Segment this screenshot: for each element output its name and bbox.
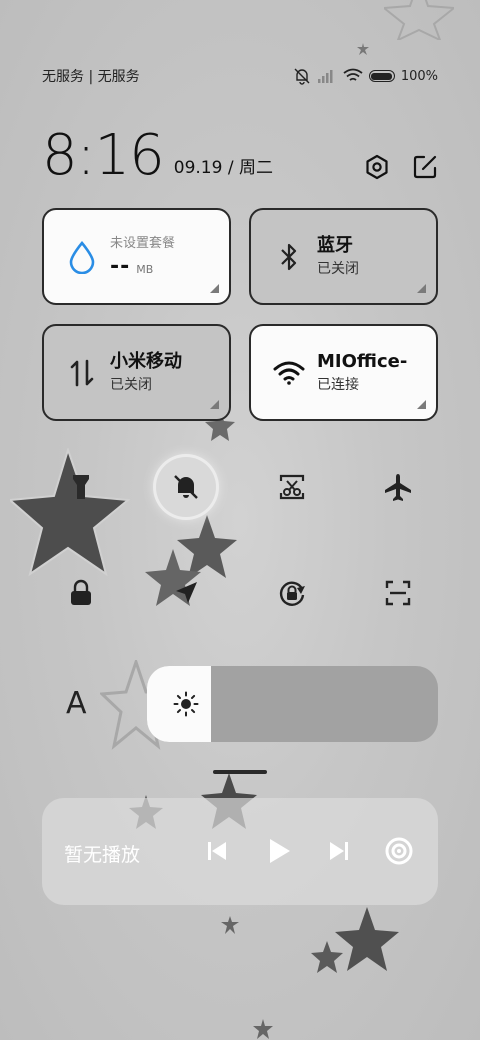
location-toggle[interactable] — [156, 563, 216, 623]
mobile-network-status: 已关闭 — [110, 376, 152, 393]
sun-icon — [173, 691, 199, 717]
play-icon[interactable] — [266, 834, 292, 868]
scanner-toggle[interactable] — [368, 563, 428, 623]
expand-corner-icon — [210, 284, 219, 293]
mobile-network-title: 小米移动 — [110, 350, 182, 372]
drag-handle[interactable] — [213, 770, 267, 774]
screenshot-toggle[interactable] — [262, 457, 322, 517]
wifi-tile[interactable]: MIOffice- 已连接 — [249, 324, 438, 421]
expand-corner-icon — [417, 284, 426, 293]
bluetooth-status: 已关闭 — [317, 260, 359, 277]
bluetooth-title: 蓝牙 — [317, 234, 353, 256]
carrier-label: 无服务 | 无服务 — [42, 69, 140, 85]
next-icon[interactable] — [328, 834, 350, 868]
background-star-decoration — [357, 43, 369, 55]
wifi-icon — [273, 357, 305, 389]
location-icon — [176, 582, 197, 603]
mobile-data-usage-tile[interactable]: 未设置套餐 -- MB — [42, 208, 231, 305]
background-star-decoration — [384, 0, 454, 40]
water-drop-icon — [66, 240, 98, 274]
airplane-icon — [385, 474, 411, 501]
lock-screen-toggle[interactable] — [51, 563, 111, 623]
brightness-slider[interactable] — [147, 666, 438, 742]
lock-icon — [71, 579, 91, 605]
wifi-icon — [343, 68, 363, 81]
mobile-network-tile[interactable]: 小米移动 已关闭 — [42, 324, 231, 421]
mobile-data-icon — [66, 357, 98, 389]
expand-corner-icon — [417, 400, 426, 409]
edit-icon[interactable] — [412, 154, 438, 180]
settings-icon[interactable] — [364, 154, 390, 180]
flashlight-icon — [73, 475, 89, 499]
bluetooth-icon — [273, 241, 305, 273]
bluetooth-tile[interactable]: 蓝牙 已关闭 — [249, 208, 438, 305]
background-star-decoration — [221, 916, 239, 934]
mute-icon — [294, 68, 310, 85]
date: 09.19 / 周二 — [173, 158, 273, 178]
mute-bell-icon — [174, 475, 198, 499]
wifi-network-name: MIOffice- — [317, 350, 408, 372]
background-star-decoration — [253, 1019, 273, 1039]
data-usage-value: -- — [110, 254, 131, 279]
wifi-status: 已连接 — [317, 376, 359, 393]
flashlight-toggle[interactable] — [51, 457, 111, 517]
rotation-lock-icon — [279, 581, 305, 606]
status-icons: 100% — [293, 67, 438, 85]
scan-icon — [385, 580, 411, 606]
signal-icon — [317, 70, 333, 83]
battery-icon — [368, 70, 395, 82]
status-bar: 无服务 | 无服务 100% — [42, 64, 438, 88]
auto-brightness-button[interactable]: A — [66, 686, 87, 721]
header-actions — [364, 154, 438, 180]
expand-corner-icon — [210, 400, 219, 409]
clock: 8:16 — [42, 123, 165, 188]
plan-label: 未设置套餐 — [110, 236, 176, 251]
mute-toggle[interactable] — [156, 457, 216, 517]
background-star-decoration — [311, 941, 343, 973]
screenshot-icon — [279, 474, 305, 500]
cast-icon[interactable] — [384, 834, 414, 868]
rotation-lock-toggle[interactable] — [262, 563, 322, 623]
media-player-card[interactable]: 暂无播放 — [42, 798, 438, 905]
media-status-label: 暂无播放 — [64, 844, 141, 866]
previous-icon[interactable] — [206, 834, 228, 868]
header: 8:16 09.19 / 周二 — [42, 120, 438, 184]
battery-percentage: 100% — [400, 68, 438, 84]
data-usage-unit: MB — [136, 263, 154, 276]
airplane-mode-toggle[interactable] — [368, 457, 428, 517]
